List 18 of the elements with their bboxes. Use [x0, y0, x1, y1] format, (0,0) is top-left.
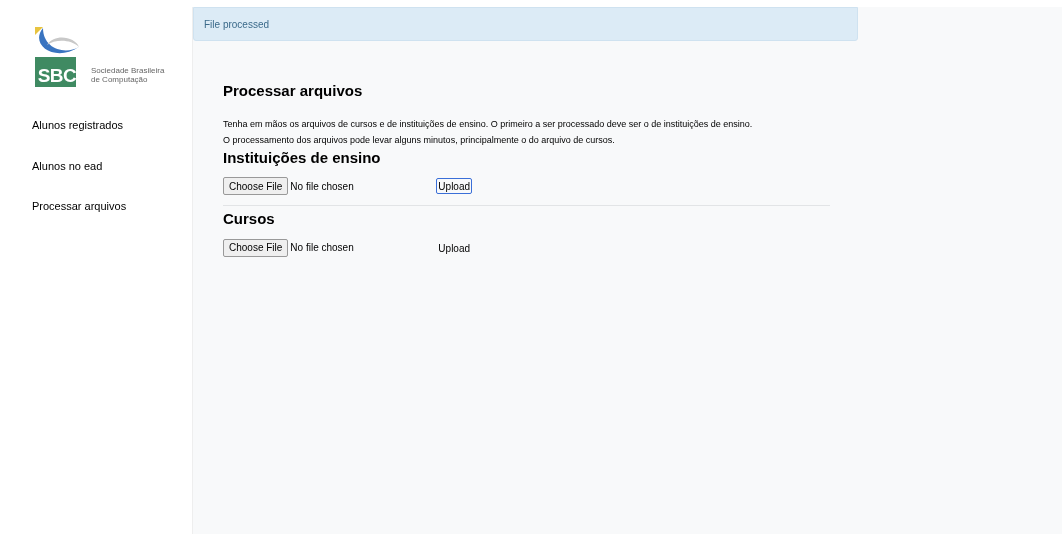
file-status: No file chosen [290, 241, 355, 255]
choose-file-button[interactable]: Choose File [223, 177, 289, 195]
sidebar-link[interactable]: Alunos registrados [32, 117, 192, 134]
sidebar-link[interactable]: Processar arquivos [32, 198, 192, 215]
logo-name: de Computação [91, 75, 149, 84]
logo-letters: SBC [37, 66, 77, 85]
logo-name: Sociedade Brasileira [91, 66, 165, 75]
sidebar-link[interactable]: Alunos no ead [32, 157, 192, 174]
description-text: Tenha em mãos os arquivos de cursos e de instituições de ensino. O primeiro a ser processado deve ser o de instituições de ensino. [223, 117, 754, 131]
choose-file-button[interactable]: Choose File [223, 238, 289, 257]
page-title: Processar arquivos [223, 81, 364, 101]
upload-button[interactable]: Upload [436, 239, 473, 256]
file-status: No file chosen [290, 179, 355, 194]
upload-button[interactable]: Upload [436, 178, 473, 194]
alert-text: File processed [204, 17, 270, 32]
section-title: Cursos [223, 209, 276, 229]
section-title: Instituições de ensino [223, 147, 382, 168]
description-text: O processamento dos arquivos pode levar alguns minutos, principalmente o do arquivo de cursos. [223, 133, 616, 147]
